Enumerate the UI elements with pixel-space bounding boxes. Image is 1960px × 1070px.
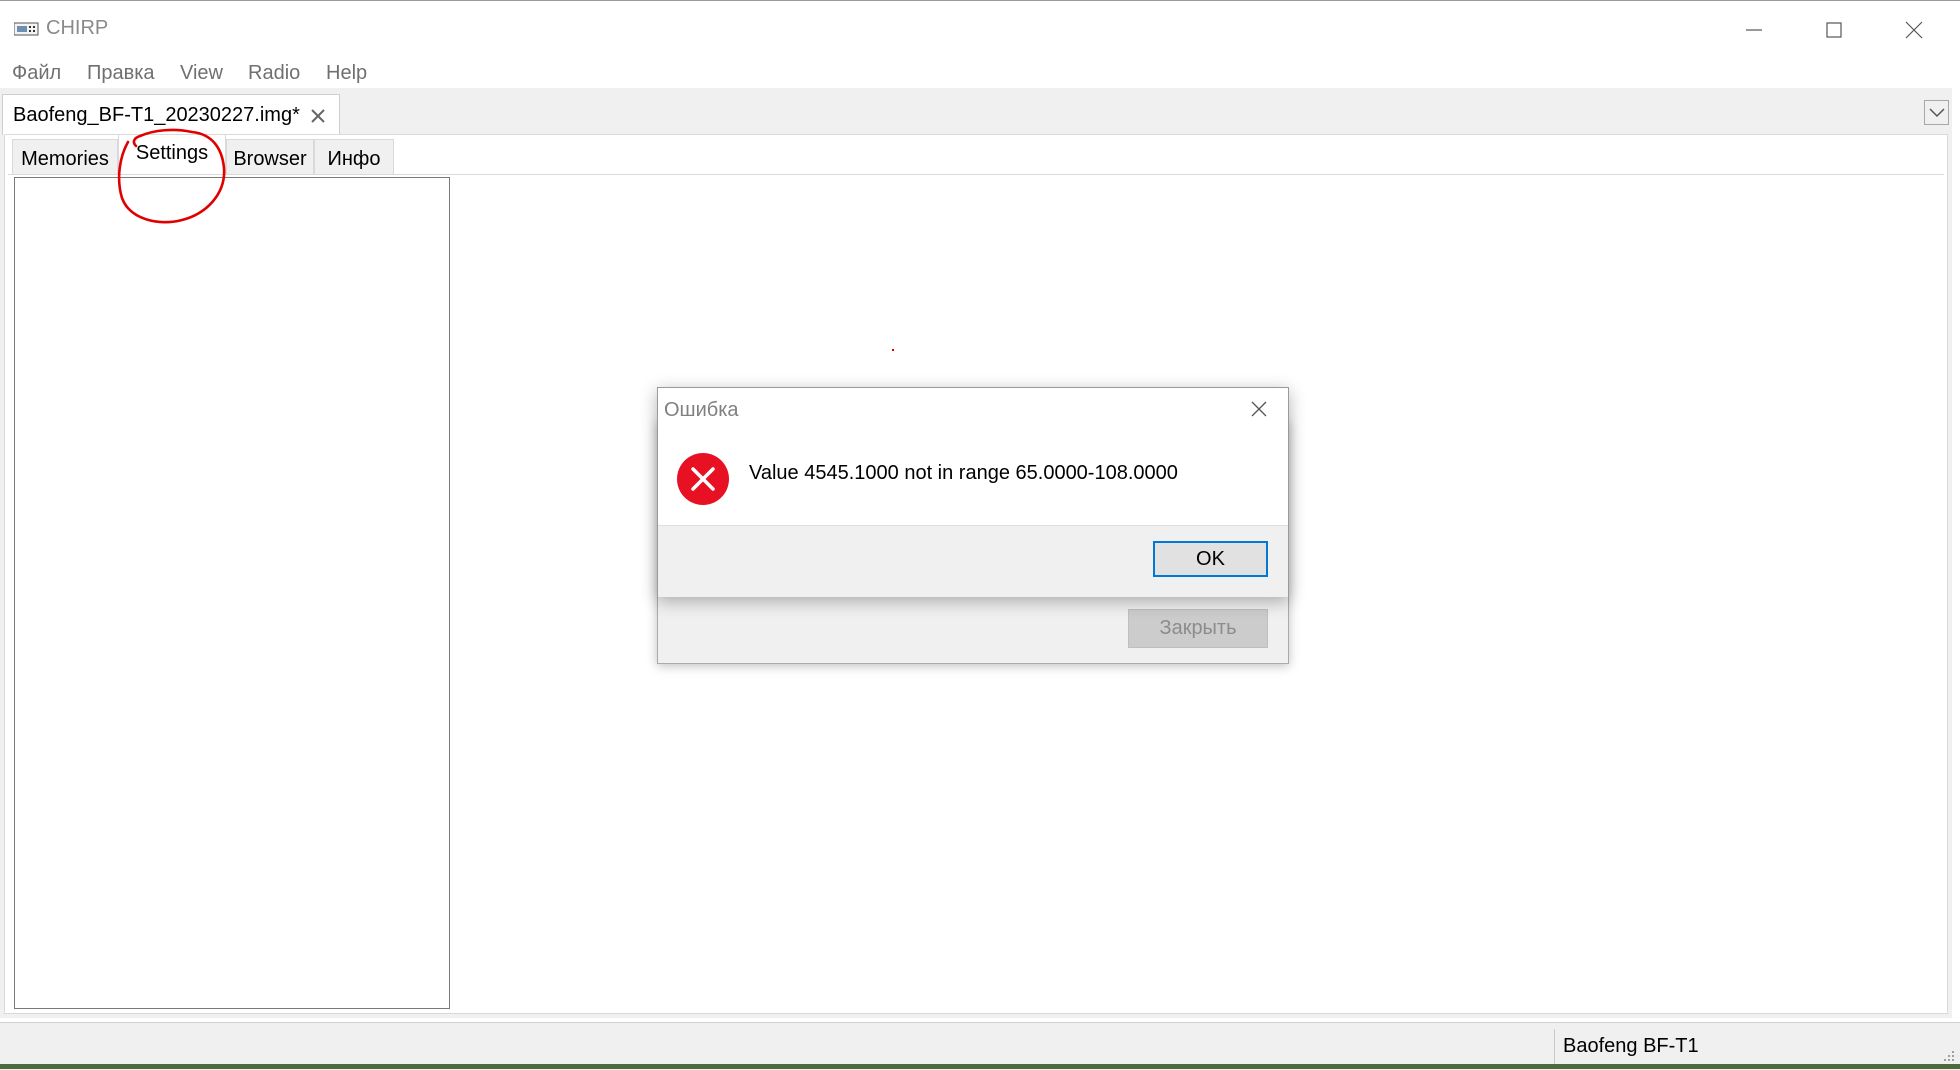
error-dialog: Ошибка Value 4545.1000 not in range 65.0… (657, 387, 1289, 597)
tab-settings[interactable]: Settings (118, 134, 226, 176)
radio-app-icon (14, 22, 39, 36)
error-dialog-title: Ошибка (664, 399, 739, 421)
tab-info[interactable]: Инфо (314, 139, 394, 175)
status-separator (1554, 1029, 1555, 1065)
tab-list-dropdown-button[interactable] (1924, 100, 1949, 125)
maximize-button[interactable] (1794, 1, 1874, 59)
file-tab-label: Baofeng_BF-T1_20230227.img* (13, 104, 300, 126)
window-title: CHIRP (46, 17, 109, 39)
error-icon (677, 453, 729, 505)
title-bar: CHIRP (0, 0, 1960, 59)
chirp-window: CHIRP Файл Правка View Radio Help Baofen… (0, 0, 1960, 1070)
close-icon[interactable] (1250, 400, 1268, 418)
minimize-button[interactable] (1714, 1, 1794, 59)
close-icon (1905, 21, 1923, 39)
menu-view[interactable]: View (180, 62, 223, 85)
status-bar: Baofeng BF-T1 (0, 1022, 1960, 1070)
chevron-down-icon (1929, 108, 1945, 118)
status-radio-model: Baofeng BF-T1 (1563, 1035, 1699, 1057)
close-dialog-button[interactable]: Закрыть (1128, 609, 1268, 648)
menu-edit[interactable]: Правка (87, 62, 155, 85)
stray-dot (892, 349, 894, 351)
minimize-icon (1746, 29, 1762, 31)
close-window-button[interactable] (1874, 1, 1954, 59)
tab-memories[interactable]: Memories (12, 139, 118, 175)
error-message: Value 4545.1000 not in range 65.0000-108… (749, 462, 1178, 484)
maximize-icon (1826, 22, 1842, 38)
menu-help[interactable]: Help (326, 62, 367, 85)
menu-radio[interactable]: Radio (248, 62, 300, 85)
error-dialog-footer: OK (658, 525, 1288, 597)
tab-browser[interactable]: Browser (226, 139, 314, 175)
menu-file[interactable]: Файл (12, 62, 61, 85)
settings-tree[interactable] (14, 177, 450, 1009)
desktop-edge (0, 1064, 1960, 1069)
ok-button[interactable]: OK (1153, 541, 1268, 577)
menu-bar: Файл Правка View Radio Help (0, 58, 1960, 88)
close-tab-icon[interactable] (309, 107, 327, 125)
file-tab[interactable]: Baofeng_BF-T1_20230227.img* (2, 94, 340, 135)
